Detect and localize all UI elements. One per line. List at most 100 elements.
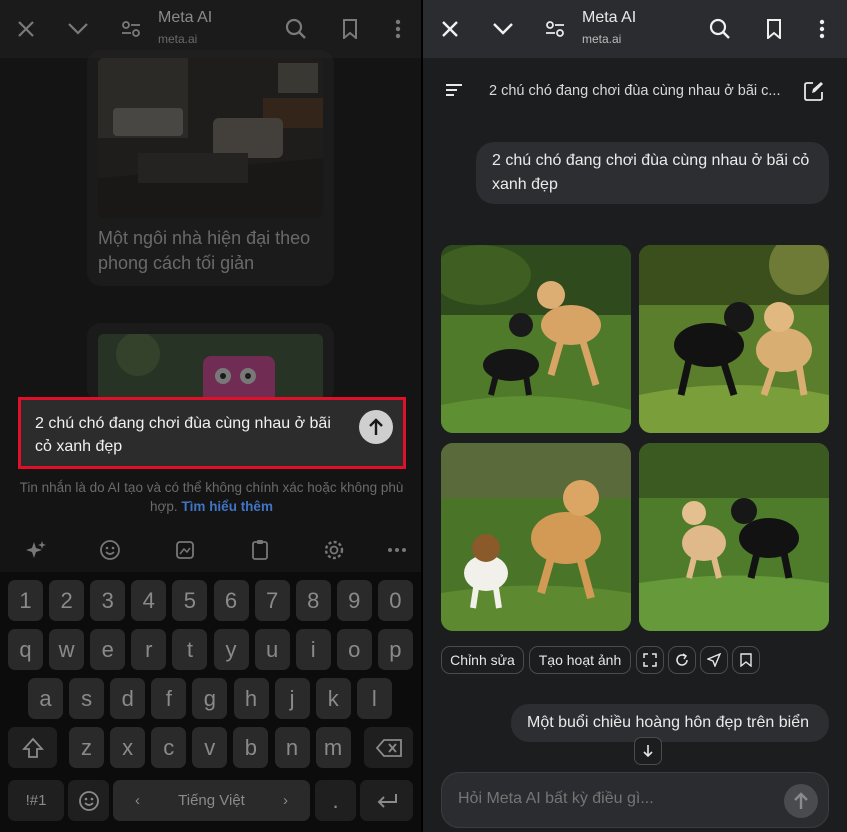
symbols-key[interactable]: !#1 [8,780,64,821]
shift-key[interactable] [8,727,57,768]
key-h[interactable]: h [233,678,269,719]
language-prev-arrow: ‹ [135,792,140,809]
chat-title[interactable]: 2 chú chó đang chơi đùa cùng nhau ở bãi … [489,83,781,99]
key-8[interactable]: 8 [295,580,331,621]
app-url: meta.ai [582,32,622,46]
key-y[interactable]: y [213,629,249,670]
key-k[interactable]: k [315,678,351,719]
key-e[interactable]: e [90,629,126,670]
key-u[interactable]: u [254,629,290,670]
edit-button[interactable]: Chỉnh sửa [441,646,524,674]
key-j[interactable]: j [274,678,310,719]
more-horizontal-icon[interactable] [383,536,411,564]
tune-icon[interactable] [117,15,145,43]
key-v[interactable]: v [192,727,228,768]
suggestion-bubble[interactable]: Một buổi chiều hoàng hôn đẹp trên biển [511,704,829,742]
generated-image-3[interactable] [441,443,631,631]
generated-image-2[interactable] [639,245,829,433]
period-key[interactable]: . [315,780,356,821]
arrow-down-icon [643,745,653,758]
keyboard: 1234567890 qwertyuiop asdfghjkl zxcvbnm … [0,572,421,832]
chevron-down-icon[interactable] [64,15,92,43]
clipboard-icon[interactable] [246,536,274,564]
bookmark-icon[interactable] [336,15,364,43]
menu-icon[interactable] [445,83,463,102]
key-w[interactable]: w [49,629,85,670]
close-icon[interactable] [436,15,464,43]
key-l[interactable]: l [356,678,392,719]
top-bar: Meta AI meta.ai [423,0,847,58]
chevron-down-icon[interactable] [489,15,517,43]
app-title: Meta AI [158,9,213,26]
generated-image-4[interactable] [639,443,829,631]
key-1[interactable]: 1 [8,580,43,621]
key-f[interactable]: f [151,678,187,719]
new-chat-edit-icon[interactable] [804,81,824,106]
interior-image [98,58,323,218]
key-n[interactable]: n [274,727,310,768]
key-6[interactable]: 6 [213,580,249,621]
key-s[interactable]: s [69,678,105,719]
user-message-bubble: 2 chú chó đang chơi đùa cùng nhau ở bãi … [476,142,829,204]
more-vertical-icon[interactable] [808,15,836,43]
enter-key[interactable] [360,780,413,821]
prompt-input[interactable]: 2 chú chó đang chơi đùa cùng nhau ở bãi … [18,397,406,469]
app-url: meta.ai [158,32,198,46]
ask-box [441,772,829,828]
key-0[interactable]: 0 [377,580,413,621]
key-r[interactable]: r [131,629,167,670]
key-4[interactable]: 4 [131,580,167,621]
tune-icon[interactable] [541,15,569,43]
backspace-icon [375,738,402,757]
search-icon[interactable] [706,15,734,43]
regenerate-button[interactable] [668,646,696,674]
more-vertical-icon[interactable] [384,15,412,43]
key-t[interactable]: t [172,629,208,670]
send-button[interactable] [359,410,393,444]
key-a[interactable]: a [28,678,63,719]
share-button[interactable] [700,646,728,674]
backspace-key[interactable] [364,727,413,768]
image-card-2[interactable] [87,323,334,404]
app-title: Meta AI [582,9,637,26]
key-7[interactable]: 7 [254,580,290,621]
language-next-arrow: › [283,792,288,809]
generated-image-1[interactable] [441,245,631,433]
space-key[interactable]: ‹ Tiếng Việt › [113,780,310,821]
emoji-icon[interactable] [96,536,124,564]
ask-input[interactable] [458,790,778,808]
key-3[interactable]: 3 [90,580,126,621]
key-z[interactable]: z [69,727,104,768]
key-m[interactable]: m [315,727,351,768]
emoji-key[interactable] [68,780,109,821]
key-q[interactable]: q [8,629,43,670]
scroll-down-button[interactable] [634,737,662,765]
search-icon[interactable] [282,15,310,43]
enter-icon [377,793,397,808]
key-x[interactable]: x [110,727,146,768]
key-5[interactable]: 5 [172,580,208,621]
expand-button[interactable] [636,646,664,674]
send-button[interactable] [784,784,818,818]
prompt-text[interactable]: 2 chú chó đang chơi đùa cùng nhau ở bãi … [35,412,345,458]
expand-icon [643,653,657,667]
sticker-icon[interactable] [171,536,199,564]
image-card[interactable]: Một ngôi nhà hiện đại theo phong cách tố… [87,50,334,286]
key-i[interactable]: i [295,629,331,670]
key-c[interactable]: c [151,727,187,768]
key-9[interactable]: 9 [336,580,372,621]
close-icon[interactable] [12,15,40,43]
animate-button[interactable]: Tạo hoạt ảnh [529,646,631,674]
key-o[interactable]: o [336,629,372,670]
key-d[interactable]: d [110,678,146,719]
save-button[interactable] [732,646,760,674]
bookmark-icon[interactable] [760,15,788,43]
learn-more-link[interactable]: Tìm hiểu thêm [181,499,273,514]
sparkle-icon[interactable] [22,536,50,564]
key-p[interactable]: p [377,629,413,670]
shift-icon [21,737,44,758]
key-b[interactable]: b [233,727,269,768]
settings-gear-icon[interactable] [320,536,348,564]
key-2[interactable]: 2 [49,580,85,621]
key-g[interactable]: g [192,678,228,719]
